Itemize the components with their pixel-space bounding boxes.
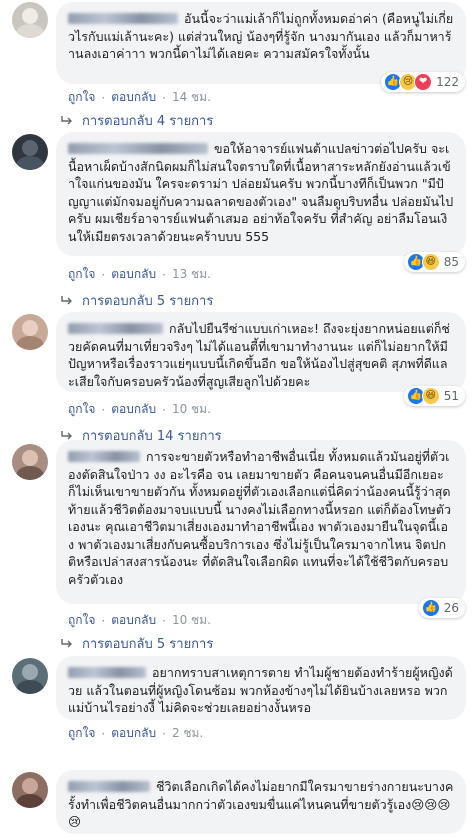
reaction-summary[interactable]: 👍 😆 85: [403, 252, 465, 272]
replies-label[interactable]: การตอบกลับ 5 รายการ: [82, 633, 213, 654]
like-button[interactable]: ถูกใจ: [68, 724, 95, 743]
separator-dot: ·: [162, 90, 166, 105]
comment-text: ชีวิตเลือกเกิดได้คงไม่อยากมีใครมาขายร่าง…: [68, 779, 454, 829]
separator-dot: ·: [101, 726, 106, 741]
separator-dot: ·: [101, 402, 106, 417]
haha-reaction-icon: 😆: [421, 253, 440, 271]
replies-label[interactable]: การตอบกลับ 5 รายการ: [82, 290, 213, 311]
avatar[interactable]: [12, 444, 48, 480]
reaction-count: 85: [443, 255, 459, 269]
comment-bubble: ชีวิตเลือกเกิดได้คงไม่อยากมีใครมาขายร่าง…: [56, 770, 466, 834]
avatar[interactable]: [12, 772, 48, 808]
author-name[interactable]: [68, 143, 208, 154]
timestamp[interactable]: 10 ชม.: [172, 400, 211, 419]
avatar[interactable]: [12, 314, 48, 350]
reaction-summary[interactable]: 👍 26: [418, 598, 465, 618]
author-name[interactable]: [68, 781, 150, 792]
like-button[interactable]: ถูกใจ: [68, 400, 95, 419]
comment-bubble: อยากทราบสาเหตุการตาย ทำไมผู้ชายต้องทำร้า…: [56, 656, 466, 720]
timestamp[interactable]: 10 ชม.: [172, 611, 211, 630]
comment-actions: ถูกใจ · ตอบกลับ · 10 ชม.: [68, 400, 211, 419]
comment-feed: อันนี้จะว่าแม่เล้าก็ไม่ถูกทั้งหมดอ่าค่า …: [0, 0, 475, 837]
author-name[interactable]: [68, 13, 178, 24]
reaction-count: 122: [436, 75, 459, 89]
reaction-count: 26: [443, 601, 459, 615]
reply-button[interactable]: ตอบกลับ: [111, 400, 156, 419]
like-button[interactable]: ถูกใจ: [68, 88, 95, 107]
reaction-summary[interactable]: 👍 😢 ❤ 122: [381, 72, 465, 92]
love-reaction-icon: ❤: [414, 73, 433, 91]
view-replies-link[interactable]: การตอบกลับ 4 รายการ: [60, 110, 213, 131]
view-replies-link[interactable]: การตอบกลับ 5 รายการ: [60, 290, 213, 311]
comment-actions: ถูกใจ · ตอบกลับ · 10 ชม.: [68, 611, 211, 630]
reply-button[interactable]: ตอบกลับ: [111, 611, 156, 630]
separator-dot: ·: [162, 613, 166, 628]
comment-actions: ถูกใจ · ตอบกลับ · 2 ชม.: [68, 724, 203, 743]
separator-dot: ·: [101, 613, 106, 628]
timestamp[interactable]: 14 ชม.: [172, 88, 211, 107]
comment-bubble: ขอให้อาจารย์แฟนต้าแปลข่าวต่อไปครับ จะเนื…: [56, 132, 466, 256]
like-button[interactable]: ถูกใจ: [68, 611, 95, 630]
separator-dot: ·: [162, 267, 166, 282]
comment-text: กลับไปยืนรีซ่าแบบเก่าเหอะ! ถึงจะยุ่งยากห…: [68, 321, 450, 389]
separator-dot: ·: [101, 90, 106, 105]
comment-text: อันนี้จะว่าแม่เล้าก็ไม่ถูกทั้งหมดอ่าค่า …: [68, 11, 454, 61]
reaction-count: 51: [443, 389, 459, 403]
reply-arrow-icon: [61, 295, 72, 304]
separator-dot: ·: [101, 267, 106, 282]
avatar[interactable]: [12, 134, 48, 170]
comment-text: การจะขายตัวหรือทำอาชีพอื่นเนี่ย ทั้งหมดแ…: [68, 449, 452, 587]
timestamp[interactable]: 13 ชม.: [172, 265, 211, 284]
replies-label[interactable]: การตอบกลับ 4 รายการ: [82, 110, 213, 131]
like-button[interactable]: ถูกใจ: [68, 265, 95, 284]
timestamp[interactable]: 2 ชม.: [172, 724, 203, 743]
comment-actions: ถูกใจ · ตอบกลับ · 13 ชม.: [68, 265, 211, 284]
separator-dot: ·: [162, 726, 166, 741]
like-reaction-icon: 👍: [421, 599, 440, 617]
comment-bubble: การจะขายตัวหรือทำอาชีพอื่นเนี่ย ทั้งหมดแ…: [56, 440, 466, 604]
reaction-summary[interactable]: 👍 😆 51: [403, 386, 465, 406]
reply-arrow-icon: [61, 638, 72, 647]
reply-button[interactable]: ตอบกลับ: [111, 88, 156, 107]
comment-text: ขอให้อาจารย์แฟนต้าแปลข่าวต่อไปครับ จะเนื…: [68, 141, 454, 244]
author-name[interactable]: [68, 667, 146, 678]
comment-text: อยากทราบสาเหตุการตาย ทำไมผู้ชายต้องทำร้า…: [68, 665, 453, 715]
view-replies-link[interactable]: การตอบกลับ 5 รายการ: [60, 633, 213, 654]
avatar[interactable]: [12, 658, 48, 694]
reply-arrow-icon: [61, 115, 72, 124]
separator-dot: ·: [162, 402, 166, 417]
comment-actions: ถูกใจ · ตอบกลับ · 14 ชม.: [68, 88, 211, 107]
reply-button[interactable]: ตอบกลับ: [111, 724, 156, 743]
reply-button[interactable]: ตอบกลับ: [111, 265, 156, 284]
haha-reaction-icon: 😆: [421, 387, 440, 405]
avatar[interactable]: [12, 2, 48, 38]
author-name[interactable]: [68, 323, 163, 334]
author-name[interactable]: [68, 451, 140, 462]
comment-bubble: กลับไปยืนรีซ่าแบบเก่าเหอะ! ถึงจะยุ่งยากห…: [56, 312, 466, 392]
